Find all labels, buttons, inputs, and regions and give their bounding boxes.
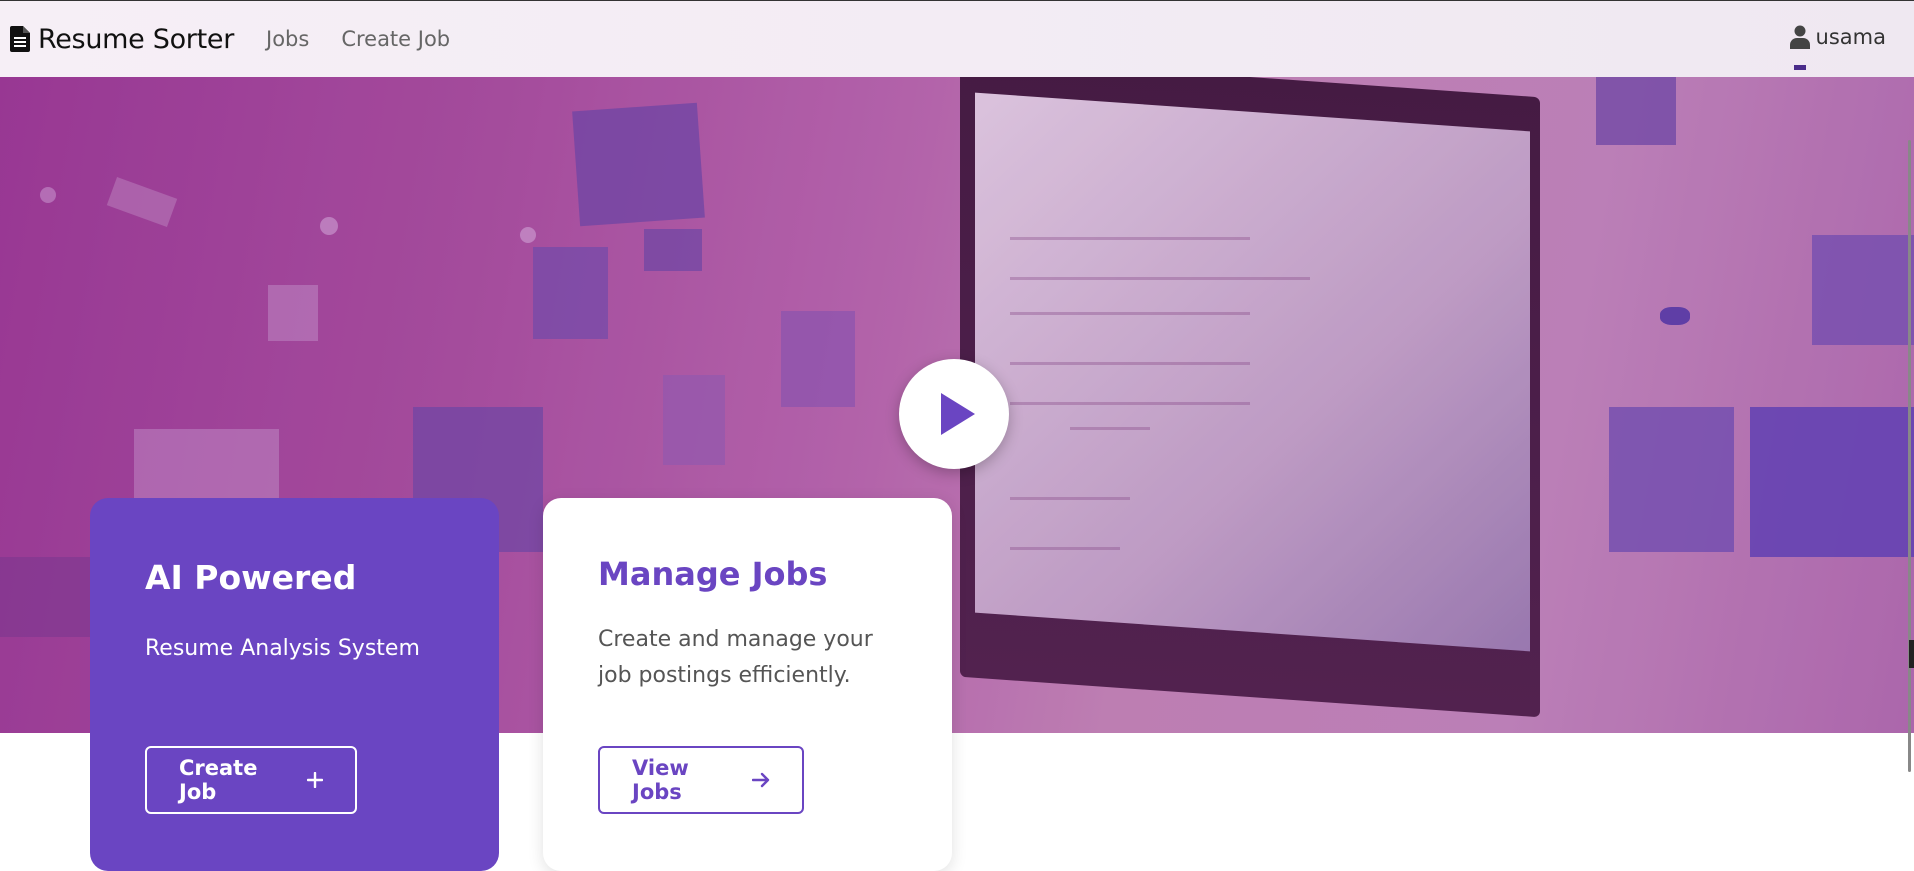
nav-link-create-job[interactable]: Create Job bbox=[341, 27, 450, 51]
jobs-card-subtitle: Create and manage your job postings effi… bbox=[598, 627, 873, 688]
create-job-button[interactable]: Create Job bbox=[145, 746, 357, 814]
user-icon bbox=[1789, 25, 1810, 49]
user-indicator bbox=[1794, 65, 1806, 70]
manage-jobs-card: Manage Jobs Create and manage your job p… bbox=[543, 498, 952, 871]
top-navbar: Resume Sorter Jobs Create Job usama bbox=[0, 0, 1914, 77]
vertical-scrollbar[interactable] bbox=[1908, 140, 1911, 772]
ai-powered-card: AI Powered Resume Analysis System Create… bbox=[90, 498, 499, 871]
jobs-card-title: Manage Jobs bbox=[598, 555, 828, 593]
create-job-label: Create Job bbox=[179, 756, 258, 804]
arrow-right-icon bbox=[752, 772, 770, 788]
play-icon bbox=[941, 393, 975, 435]
user-menu[interactable]: usama bbox=[1789, 25, 1886, 49]
view-jobs-button[interactable]: View Jobs bbox=[598, 746, 804, 814]
brand-link[interactable]: Resume Sorter bbox=[10, 24, 234, 55]
ai-card-subtitle: Resume Analysis System bbox=[145, 636, 420, 661]
nav-link-jobs[interactable]: Jobs bbox=[266, 27, 309, 51]
document-icon bbox=[10, 26, 30, 52]
play-video-button[interactable] bbox=[899, 359, 1009, 469]
ai-card-title: AI Powered bbox=[145, 558, 357, 597]
view-jobs-label: View Jobs bbox=[632, 756, 689, 804]
brand-name: Resume Sorter bbox=[38, 23, 234, 55]
user-name: usama bbox=[1815, 25, 1886, 49]
scrollbar-thumb[interactable] bbox=[1909, 640, 1914, 668]
plus-icon bbox=[307, 772, 323, 788]
